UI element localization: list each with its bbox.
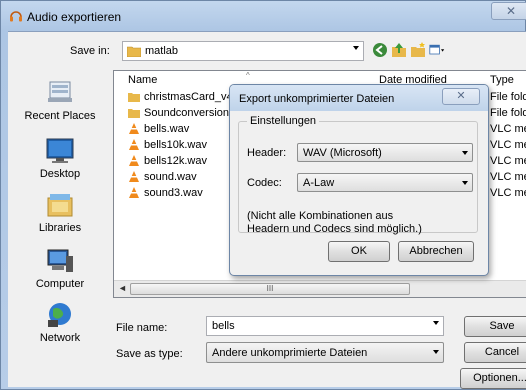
file-name: sound.wav [144,171,197,183]
place-network[interactable]: Network [8,300,112,344]
file-name-value: bells [212,320,235,332]
save-in-dropdown[interactable]: matlab [122,41,364,61]
file-type: VLC med [490,171,526,183]
file-name: bells12k.wav [144,155,207,167]
settings-group-title: Einstellungen [247,115,320,127]
place-label: Computer [35,278,85,290]
file-type: VLC med [490,139,526,151]
header-value: WAV (Microsoft) [303,147,382,159]
file-name: bells.wav [144,123,190,135]
vlc-cone-icon [129,123,139,134]
window-close-button[interactable]: ✕ [491,2,526,20]
codec-label: Codec: [247,177,282,189]
desktop-icon [46,138,74,163]
column-header-type[interactable]: Type [490,74,514,86]
vlc-cone-icon [129,155,139,166]
file-type: File folde [490,107,526,119]
dialog-title: Export unkomprimierter Dateien [239,93,395,105]
network-icon [48,303,71,327]
new-folder-icon[interactable] [410,42,426,58]
place-label: Desktop [39,168,81,180]
computer-icon [47,249,73,272]
file-type: VLC med [490,187,526,199]
title-bar[interactable]: Audio exportieren ✕ [1,1,526,31]
header-label: Header: [247,147,287,159]
place-computer[interactable]: Computer [8,246,112,290]
vlc-cone-icon [129,187,139,198]
codec-value: A-Law [303,177,335,189]
codec-select[interactable]: A-Law [297,173,473,192]
audio-export-window: Audio exportieren ✕ Save in: matlab Rece… [0,0,526,390]
save-as-type-label: Save as type: [116,348,183,360]
file-name: Soundconversion [144,107,230,119]
sort-ascending-icon: ^ [246,71,250,80]
scrollbar-thumb[interactable]: III [130,283,410,295]
recent-places-icon [48,81,72,102]
scroll-left-icon[interactable]: ◄ [118,283,127,293]
place-desktop[interactable]: Desktop [8,136,112,180]
settings-group: Einstellungen Header: WAV (Microsoft) Co… [238,115,478,236]
file-name-input[interactable]: bells [206,316,444,336]
vlc-cone-icon [129,171,139,182]
place-label: Recent Places [24,110,96,122]
file-type: VLC med [490,123,526,135]
note-line: (Nicht alle Kombinationen aus [247,210,394,222]
dialog-close-button[interactable]: ✕ [442,88,480,105]
place-label: Libraries [38,222,82,234]
place-label: Network [39,332,81,344]
file-name: sound3.wav [144,187,203,199]
horizontal-scrollbar[interactable]: ◄ III [114,280,526,297]
folder-icon [128,93,140,102]
file-name: bells10k.wav [144,139,207,151]
chevron-down-icon [433,350,439,354]
place-libraries[interactable]: Libraries [8,190,112,234]
save-button[interactable]: Save [464,316,526,337]
headphones-icon [10,11,22,22]
vlc-cone-icon [129,139,139,150]
file-name: christmasCard_v4 [144,91,233,103]
file-type: File folde [490,91,526,103]
file-name-label: File name: [116,322,168,334]
up-folder-icon[interactable] [391,42,407,58]
export-settings-dialog: Export unkomprimierter Dateien ✕ Einstel… [229,84,489,276]
dialog-body: Einstellungen Header: WAV (Microsoft) Co… [234,111,484,271]
chevron-down-icon [353,46,359,50]
chevron-down-icon[interactable] [433,321,439,325]
chevron-down-icon [462,181,468,185]
cancel-button[interactable]: Cancel [464,342,526,363]
header-select[interactable]: WAV (Microsoft) [297,143,473,162]
save-in-label: Save in: [70,45,110,57]
chevron-down-icon [462,151,468,155]
save-as-type-select[interactable]: Andere unkomprimierte Dateien [206,342,444,363]
ok-button[interactable]: OK [328,241,390,262]
save-as-type-value: Andere unkomprimierte Dateien [212,347,368,359]
column-header-name[interactable]: Name [128,74,157,86]
save-in-value: matlab [145,45,179,57]
compatibility-note: (Nicht alle Kombinationen aus Headern un… [247,210,467,236]
window-title: Audio exportieren [27,10,122,24]
places-bar: Recent Places Desktop Libraries Computer… [8,70,112,388]
folder-icon [127,46,141,57]
options-button[interactable]: Optionen... [460,368,526,389]
abbrechen-button[interactable]: Abbrechen [398,241,474,262]
place-recent-places[interactable]: Recent Places [8,78,112,122]
file-type: VLC med [490,155,526,167]
folder-icon [128,109,140,118]
note-line: Headern und Codecs sind möglich.) [247,223,422,235]
view-menu-icon[interactable] [429,42,445,58]
dialog-title-bar[interactable]: Export unkomprimierter Dateien ✕ [230,85,488,111]
back-icon[interactable] [372,42,388,58]
libraries-icon [47,194,73,217]
